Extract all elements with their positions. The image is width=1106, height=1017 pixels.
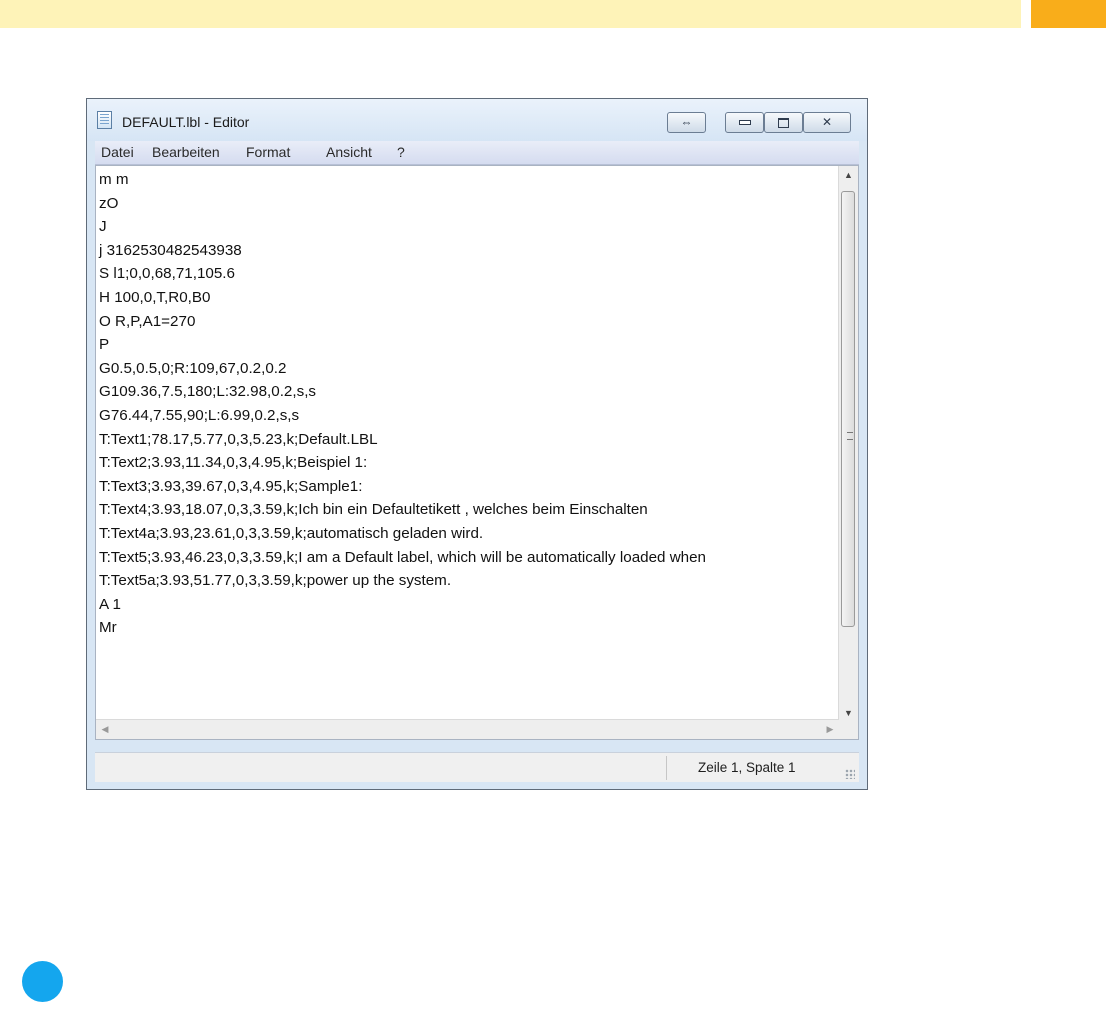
blue-circle-marker	[22, 961, 63, 1002]
text-line: S l1;0,0,68,71,105.6	[99, 265, 235, 283]
menu-format[interactable]: Format	[246, 144, 290, 160]
status-bar: Zeile 1, Spalte 1	[95, 752, 859, 782]
text-line: A 1	[99, 595, 121, 613]
top-banner-accent	[1031, 0, 1106, 28]
scroll-up-arrow-icon[interactable]: ▲	[839, 166, 858, 184]
text-line: T:Text5;3.93,46.23,0,3,3.59,k;I am a Def…	[99, 548, 707, 566]
text-line: m m	[99, 171, 129, 188]
status-divider	[666, 756, 667, 780]
text-line: P	[99, 336, 110, 354]
text-line: zO	[99, 194, 119, 212]
text-line: G0.5,0.5,0;R:109,67,0.2,0.2	[99, 359, 287, 377]
text-line: T:Text4;3.93,18.07,0,3,3.59,k;Ich bin ei…	[99, 501, 648, 519]
double-arrow-icon: ⇔	[680, 115, 693, 129]
text-content[interactable]: m m zO J j 3162530482543938 S l1;0,0,68,…	[99, 168, 834, 640]
text-line: T:Text1;78.17,5.77,0,3,5.23,k;Default.LB…	[99, 430, 378, 448]
vertical-scroll-thumb[interactable]	[841, 191, 855, 627]
horizontal-scrollbar[interactable]: ◀ ▶	[96, 719, 839, 739]
cursor-position: Zeile 1, Spalte 1	[698, 760, 796, 775]
text-line: O R,P,A1=270	[99, 312, 196, 330]
resize-grip-icon[interactable]	[845, 769, 855, 779]
text-editor-area[interactable]: m m zO J j 3162530482543938 S l1;0,0,68,…	[95, 165, 859, 740]
text-line: H 100,0,T,R0,B0	[99, 288, 211, 306]
menu-bar: Datei Bearbeiten Format Ansicht ?	[95, 141, 859, 165]
menu-help[interactable]: ?	[397, 144, 405, 160]
text-line: T:Text4a;3.93,23.61,0,3,3.59,k;automatis…	[99, 524, 484, 542]
minimize-button[interactable]	[725, 112, 764, 133]
vertical-scrollbar[interactable]: ▲ ▼	[838, 166, 858, 722]
text-line: T:Text2;3.93,11.34,0,3,4.95,k;Beispiel 1…	[99, 454, 368, 472]
scrollbar-corner	[839, 720, 858, 739]
text-line: j 3162530482543938	[99, 241, 242, 259]
text-line: T:Text3;3.93,39.67,0,3,4.95,k;Sample1:	[99, 477, 363, 495]
menu-ansicht[interactable]: Ansicht	[326, 144, 372, 160]
top-banner-bar	[0, 0, 1021, 28]
text-line: T:Text5a;3.93,51.77,0,3,3.59,k;power up …	[99, 572, 452, 590]
scroll-left-arrow-icon[interactable]: ◀	[96, 720, 114, 739]
text-line: Mr	[99, 619, 117, 637]
text-line: G109.36,7.5,180;L:32.98,0.2,s,s	[99, 383, 317, 401]
scroll-right-arrow-icon[interactable]: ▶	[821, 720, 839, 739]
window-title: DEFAULT.lbl - Editor	[122, 114, 250, 130]
maximize-icon	[778, 117, 789, 128]
scroll-grip-icon	[847, 432, 853, 440]
menu-datei[interactable]: Datei	[101, 144, 134, 160]
text-line: J	[99, 218, 107, 236]
aero-resize-button[interactable]: ⇔	[667, 112, 706, 133]
title-bar[interactable]: DEFAULT.lbl - Editor ⇔ ✕	[87, 99, 867, 141]
close-icon: ✕	[821, 115, 833, 129]
maximize-button[interactable]	[764, 112, 803, 133]
minimize-icon	[738, 120, 751, 126]
notepad-icon	[97, 111, 112, 129]
close-button[interactable]: ✕	[803, 112, 851, 133]
text-line: G76.44,7.55,90;L:6.99,0.2,s,s	[99, 406, 300, 424]
notepad-window: DEFAULT.lbl - Editor ⇔ ✕ Datei Bearbeite…	[86, 98, 868, 790]
menu-bearbeiten[interactable]: Bearbeiten	[152, 144, 220, 160]
